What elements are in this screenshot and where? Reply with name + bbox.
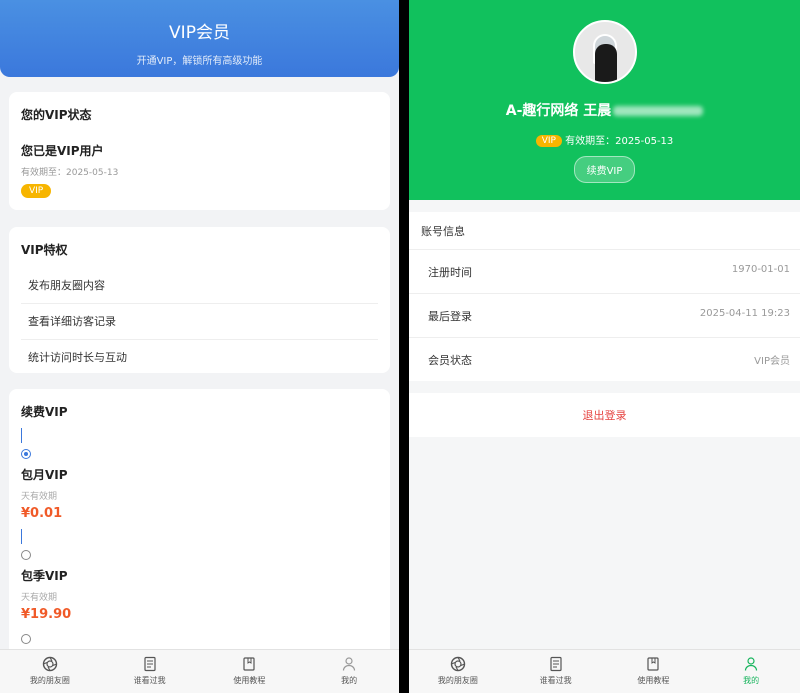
info-key: 会员状态 [428, 354, 472, 367]
tab-label: 我的朋友圈 [29, 676, 70, 685]
aperture-icon [450, 656, 466, 672]
plan-quarterly[interactable]: 包季VIP 天有效期 ¥19.90 [21, 529, 378, 622]
avatar-person [594, 44, 617, 82]
page-title: VIP会员 [169, 23, 230, 43]
document-icon [550, 656, 562, 672]
info-row-last-login: 最后登录 2025-04-11 19:23 [409, 294, 800, 338]
info-value: 2025-04-11 19:23 [699, 308, 790, 319]
tab-label: 我的 [341, 676, 358, 685]
vip-privileges-card: VIP特权 发布朋友圈内容 查看详细访客记录 统计访问时长与互动 [9, 227, 390, 373]
redacted-text [613, 106, 704, 116]
vip-status-text: 您已是VIP用户 [21, 144, 104, 158]
vip-header: VIP会员 开通VIP，解锁所有高级功能 [0, 0, 399, 77]
renew-vip-card: 续费VIP 包月VIP 天有效期 ¥0.01 包季VIP 天有效期 ¥19.90 [9, 389, 390, 669]
tab-visitors[interactable]: 谁看过我 [100, 650, 200, 693]
plan-price: ¥0.01 [21, 506, 63, 521]
info-value: 1970-01-01 [731, 264, 790, 275]
tab-label: 使用教程 [233, 676, 266, 685]
tab-moments[interactable]: 我的朋友圈 [409, 650, 507, 693]
vip-status-title: 您的VIP状态 [21, 108, 92, 122]
user-name: A-趣行网络 王晨 [505, 103, 612, 119]
tab-tutorial[interactable]: 使用教程 [605, 650, 703, 693]
tab-bar: 我的朋友圈 谁看过我 使用教程 我的 [0, 649, 399, 693]
plan-validity: 天有效期 [21, 593, 58, 603]
account-info-card: 账号信息 注册时间 1970-01-01 最后登录 2025-04-11 19:… [409, 212, 800, 381]
account-info-title: 账号信息 [409, 212, 800, 250]
plan-price: ¥19.90 [21, 607, 72, 622]
page-subtitle: 开通VIP，解锁所有高级功能 [136, 56, 263, 67]
user-icon [343, 657, 356, 671]
tab-label: 使用教程 [637, 676, 670, 685]
renew-title: 续费VIP [21, 405, 68, 419]
plan-name: 包季VIP [21, 569, 68, 583]
plan-validity: 天有效期 [21, 492, 58, 502]
info-key: 注册时间 [428, 266, 472, 279]
plan-radio-quarterly[interactable] [21, 550, 31, 560]
aperture-icon [42, 656, 58, 672]
tab-mine[interactable]: 我的 [702, 650, 800, 693]
tab-mine[interactable]: 我的 [299, 650, 399, 693]
privilege-item: 发布朋友圈内容 [21, 268, 378, 304]
vip-badge: VIP [21, 184, 52, 198]
document-icon [144, 656, 156, 672]
plan-name: 包月VIP [21, 468, 68, 482]
profile-header: A-趣行网络 王晨 VIP 有效期至：2025-05-13 续费VIP [409, 0, 800, 200]
vip-status-card: 您的VIP状态 您已是VIP用户 有效期至：2025-05-13 VIP [9, 92, 390, 210]
avatar[interactable] [572, 20, 637, 84]
tab-label: 谁看过我 [539, 676, 572, 685]
vip-badge: VIP [535, 135, 562, 147]
info-value: VIP会员 [754, 356, 790, 367]
user-name-row: A-趣行网络 王晨 [409, 100, 800, 120]
tab-moments[interactable]: 我的朋友圈 [0, 650, 100, 693]
renew-vip-button[interactable]: 续费VIP [573, 156, 636, 183]
privileges-title: VIP特权 [21, 243, 68, 257]
tab-visitors[interactable]: 谁看过我 [507, 650, 605, 693]
vip-expiry-text: 有效期至：2025-05-13 [565, 136, 674, 147]
tab-label: 谁看过我 [133, 676, 166, 685]
vip-expiry-text: 有效期至：2025-05-13 [21, 168, 119, 178]
vip-line: VIP 有效期至：2025-05-13 [409, 132, 800, 147]
info-key: 最后登录 [428, 310, 472, 323]
info-row-register: 注册时间 1970-01-01 [409, 250, 800, 294]
tab-label: 我的 [743, 676, 760, 685]
book-icon [647, 657, 659, 671]
plan-indicator [21, 428, 22, 443]
logout-button[interactable]: 退出登录 [409, 393, 800, 437]
plan-monthly[interactable]: 包月VIP 天有效期 ¥0.01 [21, 428, 378, 521]
profile-page: A-趣行网络 王晨 VIP 有效期至：2025-05-13 续费VIP 账号信息… [409, 0, 800, 693]
book-icon [243, 657, 255, 671]
privilege-item: 查看详细访客记录 [21, 304, 378, 340]
privilege-item: 统计访问时长与互动 [28, 351, 127, 364]
plan-indicator [21, 529, 22, 544]
info-row-member-status: 会员状态 VIP会员 [409, 338, 800, 381]
plan-more[interactable] [21, 634, 378, 644]
tab-label: 我的朋友圈 [437, 676, 478, 685]
user-icon [745, 657, 758, 671]
plan-radio-monthly[interactable] [21, 449, 31, 459]
tab-tutorial[interactable]: 使用教程 [200, 650, 300, 693]
tab-bar: 我的朋友圈 谁看过我 使用教程 我的 [409, 649, 800, 693]
plan-radio-3[interactable] [21, 634, 31, 644]
vip-page: VIP会员 开通VIP，解锁所有高级功能 您的VIP状态 您已是VIP用户 有效… [0, 0, 399, 693]
